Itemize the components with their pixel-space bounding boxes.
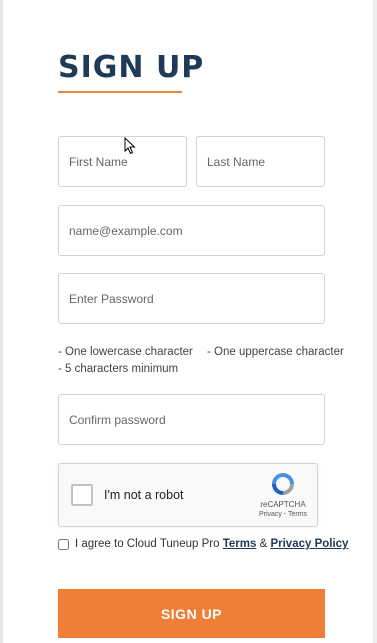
email-input[interactable] [58, 205, 325, 256]
recaptcha-logo-icon [272, 473, 294, 495]
recaptcha-checkbox[interactable] [71, 484, 93, 506]
privacy-policy-link[interactable]: Privacy Policy [270, 538, 348, 550]
agree-text: I agree to Cloud Tuneup Pro [75, 538, 220, 550]
sign-up-button[interactable]: SIGN UP [58, 589, 325, 638]
recaptcha-brand: reCAPTCHA [260, 500, 306, 509]
terms-link[interactable]: Terms [223, 538, 257, 550]
recaptcha-widget: I'm not a robot reCAPTCHA Privacy - Term… [58, 463, 318, 527]
agree-terms: I agree to Cloud Tuneup Pro Terms & Priv… [58, 538, 348, 550]
mouse-cursor-icon [124, 137, 136, 155]
title-underline [58, 91, 182, 93]
page-right-border [373, 0, 377, 643]
recaptcha-links[interactable]: Privacy - Terms [253, 511, 313, 518]
confirm-password-input[interactable] [58, 394, 325, 445]
page-left-border [0, 0, 3, 643]
rule-lowercase: - One lowercase character [58, 346, 193, 358]
recaptcha-label: I'm not a robot [104, 488, 184, 502]
agree-checkbox[interactable] [58, 538, 69, 550]
last-name-input[interactable] [196, 136, 325, 187]
rule-uppercase: - One uppercase character [207, 346, 344, 358]
first-name-input[interactable] [58, 136, 187, 187]
agree-ampersand: & [259, 538, 268, 550]
page-title: SIGN UP [58, 50, 205, 85]
rule-min-length: - 5 characters minimum [58, 363, 179, 375]
password-input[interactable] [58, 273, 325, 324]
